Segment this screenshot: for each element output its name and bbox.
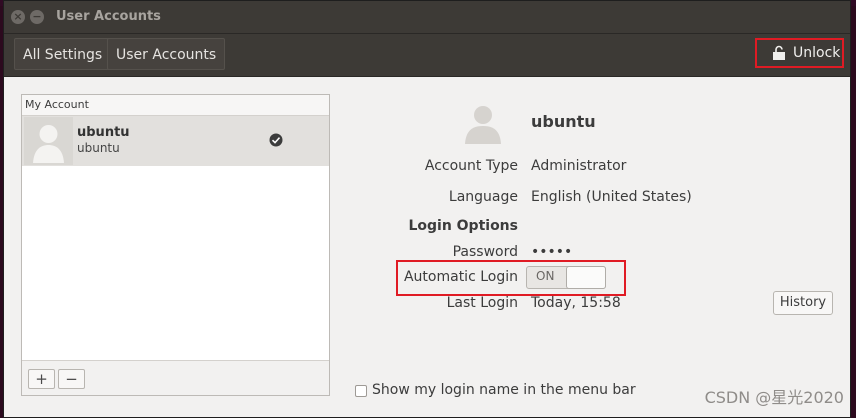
switch-state-label: ON [536,269,555,283]
remove-user-button[interactable]: − [58,369,85,389]
lock-icon [773,45,785,60]
user-login-name: ubuntu [77,141,120,155]
login-options-heading: Login Options [408,218,518,234]
show-login-name-checkbox[interactable] [355,385,367,397]
user-list-item[interactable]: ubuntu ubuntu [22,116,329,166]
automatic-login-label: Automatic Login [403,269,518,285]
content-area: My Account ubuntu ubuntu + − ubuntu Acco… [4,76,850,417]
unlock-label: Unlock [793,45,841,61]
user-display-name: ubuntu [77,125,130,140]
avatar-icon [33,125,64,163]
switch-knob [566,266,606,289]
language-label: Language [448,189,518,205]
show-login-name-label[interactable]: Show my login name in the menu bar [372,382,636,398]
password-value[interactable]: ••••• [531,244,572,260]
user-name-heading[interactable]: ubuntu [531,112,596,131]
account-type-value[interactable]: Administrator [531,158,626,174]
list-footer: + − [22,360,329,395]
last-login-label: Last Login [446,295,518,311]
breadcrumb-user-accounts[interactable]: User Accounts [107,38,226,70]
unlock-button[interactable]: Unlock [755,38,844,68]
history-button[interactable]: History [773,291,833,315]
watermark: CSDN @星光2020 [704,388,844,407]
user-accounts-window: × − User Accounts All Settings User Acco… [3,0,851,418]
titlebar: × − User Accounts [4,1,850,34]
window-title: User Accounts [56,9,161,24]
automatic-login-switch[interactable]: ON [526,266,606,289]
check-icon [269,133,283,147]
minimize-icon[interactable]: − [30,10,44,24]
add-user-button[interactable]: + [28,369,55,389]
close-icon[interactable]: × [11,10,25,24]
password-label: Password [452,244,518,260]
last-login-value: Today, 15:58 [531,295,621,311]
breadcrumb-all-settings[interactable]: All Settings [14,38,112,70]
account-type-label: Account Type [424,158,518,174]
list-header: My Account [22,95,329,116]
user-list: My Account ubuntu ubuntu + − [21,94,330,396]
user-avatar-large-icon[interactable] [462,102,504,144]
avatar [24,117,73,165]
language-value[interactable]: English (United States) [531,189,692,205]
toolbar: All Settings User Accounts Unlock [4,34,850,77]
